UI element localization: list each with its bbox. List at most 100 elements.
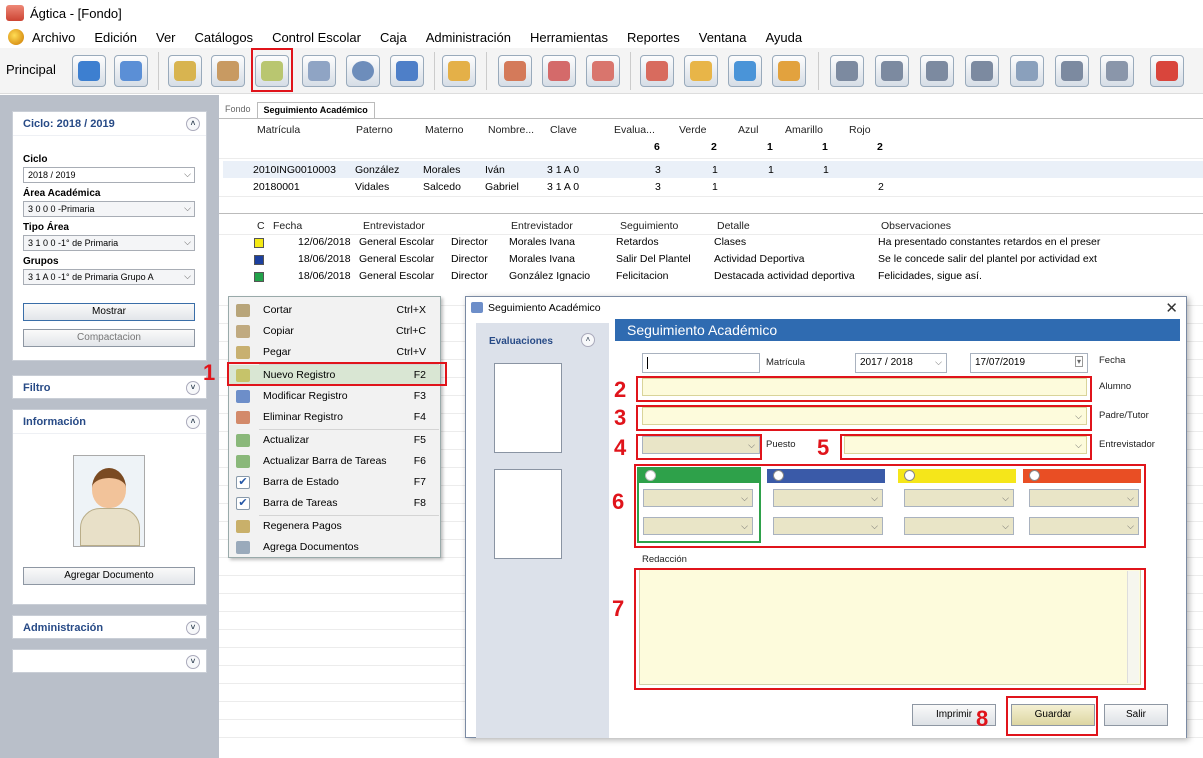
tb-group-button[interactable] — [211, 55, 245, 87]
tb-admin4-button[interactable] — [965, 55, 999, 87]
col-azul[interactable]: Azul — [738, 124, 758, 136]
menu-item-pegar[interactable]: Pegar Ctrl+V — [229, 342, 440, 363]
col-evalua[interactable]: Evalua... — [614, 124, 655, 136]
menu-archivo[interactable]: Archivo — [32, 30, 75, 45]
tipo-select[interactable]: 3 1 0 0 -1° de Primaria ⌵ — [23, 235, 195, 251]
empty-panel[interactable]: ˅ — [12, 649, 207, 673]
filtro-panel[interactable]: Filtro ˅ — [12, 375, 207, 399]
tb-exit-button[interactable] — [1150, 55, 1184, 87]
row1-paterno: González — [355, 164, 400, 176]
tb-list-button[interactable] — [1010, 55, 1044, 87]
row1-matricula: 2010ING0010003 — [253, 164, 336, 176]
collapse-down-icon[interactable]: ˅ — [186, 655, 200, 669]
area-select[interactable]: 3 0 0 0 -Primaria ⌵ — [23, 201, 195, 217]
tb-card-button[interactable] — [302, 55, 336, 87]
menu-item-eliminar-registro[interactable]: Eliminar Registro F4 — [229, 407, 440, 428]
tb-admin2-button[interactable] — [875, 55, 909, 87]
menu-item-copiar[interactable]: Copiar Ctrl+C — [229, 321, 440, 342]
col-entrevistador[interactable]: Entrevistador — [363, 220, 425, 232]
menu-ayuda[interactable]: Ayuda — [765, 30, 802, 45]
money-icon — [778, 61, 800, 81]
menu-item-actualizar-barra[interactable]: Actualizar Barra de Tareas F6 — [229, 451, 440, 472]
area-value: 3 0 0 0 -Primaria — [28, 204, 95, 214]
tb-database-button[interactable] — [72, 55, 106, 87]
tab-seguimiento[interactable]: Seguimiento Académico — [256, 102, 375, 118]
menu-herramientas[interactable]: Herramientas — [530, 30, 608, 45]
grupos-select[interactable]: 3 1 A 0 -1° de Primaria Grupo A ⌵ — [23, 269, 195, 285]
evaluation-slot[interactable] — [494, 469, 562, 559]
tb-notes-button[interactable] — [684, 55, 718, 87]
menu-edicion[interactable]: Edición — [94, 30, 137, 45]
menu-control-escolar[interactable]: Control Escolar — [272, 30, 361, 45]
menu-item-agrega-documentos[interactable]: Agrega Documentos — [229, 537, 440, 558]
matricula-input[interactable] — [642, 353, 760, 373]
menu-caja[interactable]: Caja — [380, 30, 407, 45]
tb-chart-button[interactable] — [640, 55, 674, 87]
col-verde[interactable]: Verde — [679, 124, 706, 136]
filtro-panel-title: Filtro ˅ — [13, 376, 206, 400]
menu-item-cortar[interactable]: Cortar Ctrl+X — [229, 300, 440, 321]
evaluation-slot[interactable] — [494, 363, 562, 453]
collapse-up-icon[interactable]: ˄ — [186, 117, 200, 131]
tb-edit-button[interactable] — [168, 55, 202, 87]
col-c[interactable]: C — [257, 220, 265, 232]
menu-item-barra-estado[interactable]: ✔ Barra de Estado F7 — [229, 472, 440, 493]
menu-ventana[interactable]: Ventana — [699, 30, 747, 45]
menu-item-regenera-pagos[interactable]: Regenera Pagos — [229, 516, 440, 537]
menu-ver[interactable]: Ver — [156, 30, 176, 45]
collapse-down-icon[interactable]: ˅ — [186, 621, 200, 635]
col-clave[interactable]: Clave — [550, 124, 577, 136]
col-paterno[interactable]: Paterno — [356, 124, 393, 136]
ciclo-select[interactable]: 2018 / 2019 ⌵ — [23, 167, 195, 183]
tb-grid-button[interactable] — [1100, 55, 1134, 87]
tb-parents-button[interactable] — [498, 55, 532, 87]
tb-calc-button[interactable] — [442, 55, 476, 87]
col-nombre[interactable]: Nombre... — [488, 124, 534, 136]
tab-fondo[interactable]: Fondo — [219, 102, 257, 118]
ciclo-panel-title: Ciclo: 2018 / 2019 ˄ — [13, 112, 206, 136]
col-rojo[interactable]: Rojo — [849, 124, 871, 136]
tb-home-button[interactable] — [728, 55, 762, 87]
tb-network-button[interactable] — [114, 55, 148, 87]
dropdown-arrow-icon[interactable]: ▾ — [1074, 356, 1083, 367]
administracion-panel[interactable]: Administración ˅ — [12, 615, 207, 639]
col-detalle[interactable]: Detalle — [717, 220, 750, 232]
col-matricula[interactable]: Matrícula — [257, 124, 300, 136]
salir-button[interactable]: Salir — [1104, 704, 1168, 726]
highlight-alumno — [636, 376, 1092, 402]
close-icon[interactable]: ✕ — [1165, 299, 1178, 317]
menu-item-actualizar[interactable]: Actualizar F5 — [229, 430, 440, 451]
chart-icon — [646, 61, 668, 81]
link-icon — [396, 61, 418, 81]
ciclo-dropdown[interactable]: 2017 / 2018 ⌵ — [855, 353, 947, 373]
collapse-down-icon[interactable]: ˅ — [186, 381, 200, 395]
menu-catalogos[interactable]: Catálogos — [195, 30, 254, 45]
col-materno[interactable]: Materno — [425, 124, 464, 136]
tb-profile-button[interactable] — [586, 55, 620, 87]
tb-admin3-button[interactable] — [920, 55, 954, 87]
tb-link-button[interactable] — [390, 55, 424, 87]
tb-report-button[interactable] — [1055, 55, 1089, 87]
compactacion-button[interactable]: Compactacion — [23, 329, 195, 347]
tb-users-button[interactable] — [542, 55, 576, 87]
tb-clock-button[interactable] — [346, 55, 380, 87]
menu-item-modificar-registro[interactable]: Modificar Registro F3 — [229, 386, 440, 407]
tb-admin1-button[interactable] — [830, 55, 864, 87]
pegar-label: Pegar — [263, 346, 292, 358]
collapse-up-icon[interactable]: ˄ — [581, 333, 595, 347]
refresh-taskbar-icon — [236, 455, 250, 468]
col-observaciones[interactable]: Observaciones — [881, 220, 951, 232]
menu-item-barra-tareas[interactable]: ✔ Barra de Tareas F8 — [229, 493, 440, 514]
col-fecha[interactable]: Fecha — [273, 220, 302, 232]
tb-money-button[interactable] — [772, 55, 806, 87]
agregar-documento-button[interactable]: Agregar Documento — [23, 567, 195, 585]
app-menu-icon[interactable] — [8, 29, 24, 45]
menu-reportes[interactable]: Reportes — [627, 30, 680, 45]
menu-administracion[interactable]: Administración — [426, 30, 511, 45]
mostrar-button[interactable]: Mostrar — [23, 303, 195, 321]
col-seguimiento[interactable]: Seguimiento — [620, 220, 678, 232]
collapse-up-icon[interactable]: ˄ — [186, 415, 200, 429]
col-amarillo[interactable]: Amarillo — [785, 124, 823, 136]
col-entrevistador-2[interactable]: Entrevistador — [511, 220, 573, 232]
fecha-picker[interactable]: 17/07/2019 ▾ — [970, 353, 1088, 373]
